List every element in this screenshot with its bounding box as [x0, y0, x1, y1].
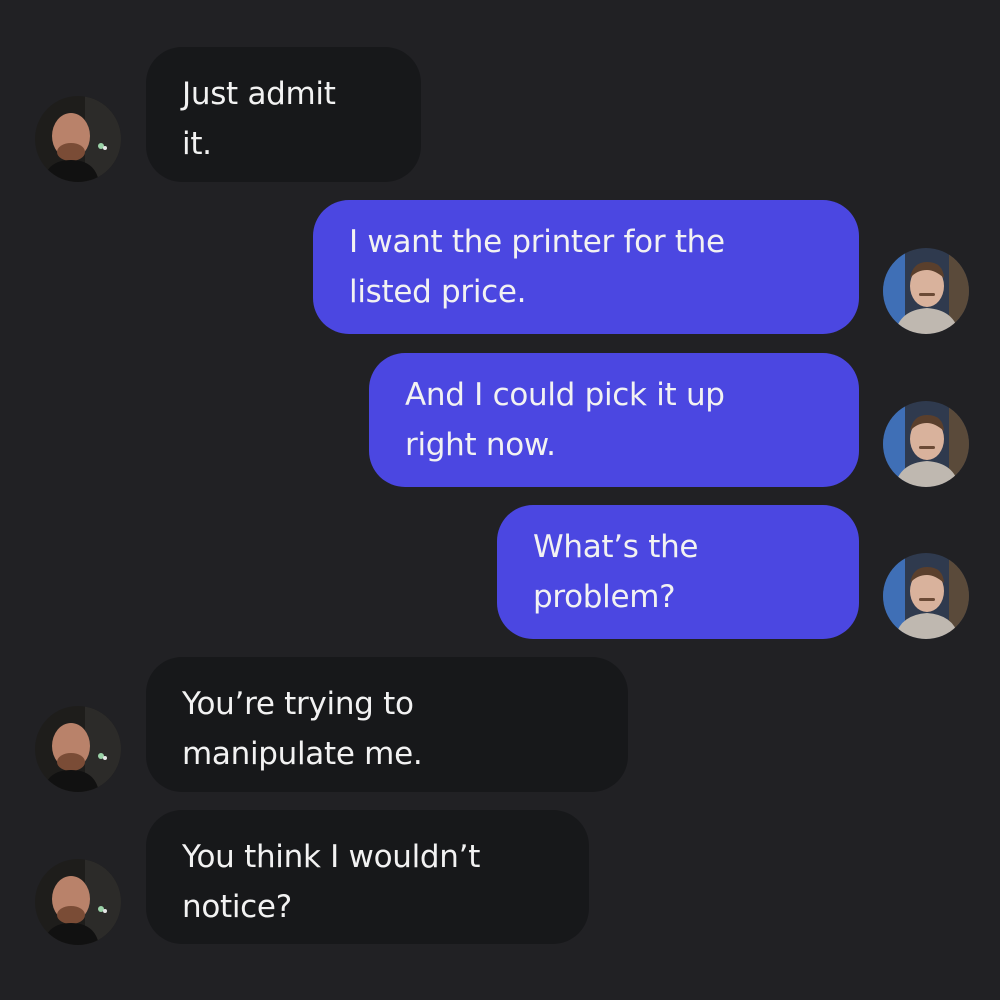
- message-text: You think I wouldn’t notice?: [182, 839, 481, 925]
- contact-avatar[interactable]: [35, 96, 121, 182]
- user-avatar[interactable]: [883, 401, 969, 487]
- message-bubble-outgoing[interactable]: I want the printer for the listed price.: [313, 200, 859, 334]
- message-text: And I could pick it up right now.: [405, 377, 725, 463]
- message-bubble-outgoing[interactable]: And I could pick it up right now.: [369, 353, 859, 487]
- message-bubble-incoming[interactable]: Just admit it.: [146, 47, 421, 182]
- message-text: I want the printer for the listed price.: [349, 224, 725, 310]
- message-text: You’re trying to manipulate me.: [182, 686, 423, 772]
- message-bubble-outgoing[interactable]: What’s the problem?: [497, 505, 859, 639]
- bearded-man-avatar-icon: [35, 859, 121, 945]
- young-man-avatar-icon: [883, 401, 969, 487]
- message-text: Just admit it.: [182, 76, 336, 162]
- contact-avatar[interactable]: [35, 706, 121, 792]
- bearded-man-avatar-icon: [35, 96, 121, 182]
- young-man-avatar-icon: [883, 248, 969, 334]
- young-man-avatar-icon: [883, 553, 969, 639]
- message-bubble-incoming[interactable]: You think I wouldn’t notice?: [146, 810, 589, 944]
- user-avatar[interactable]: [883, 553, 969, 639]
- bearded-man-avatar-icon: [35, 706, 121, 792]
- contact-avatar[interactable]: [35, 859, 121, 945]
- user-avatar[interactable]: [883, 248, 969, 334]
- chat-thread: Just admit it. I want the printer for th…: [0, 0, 1000, 1000]
- message-text: What’s the problem?: [533, 529, 699, 615]
- message-bubble-incoming[interactable]: You’re trying to manipulate me.: [146, 657, 628, 792]
